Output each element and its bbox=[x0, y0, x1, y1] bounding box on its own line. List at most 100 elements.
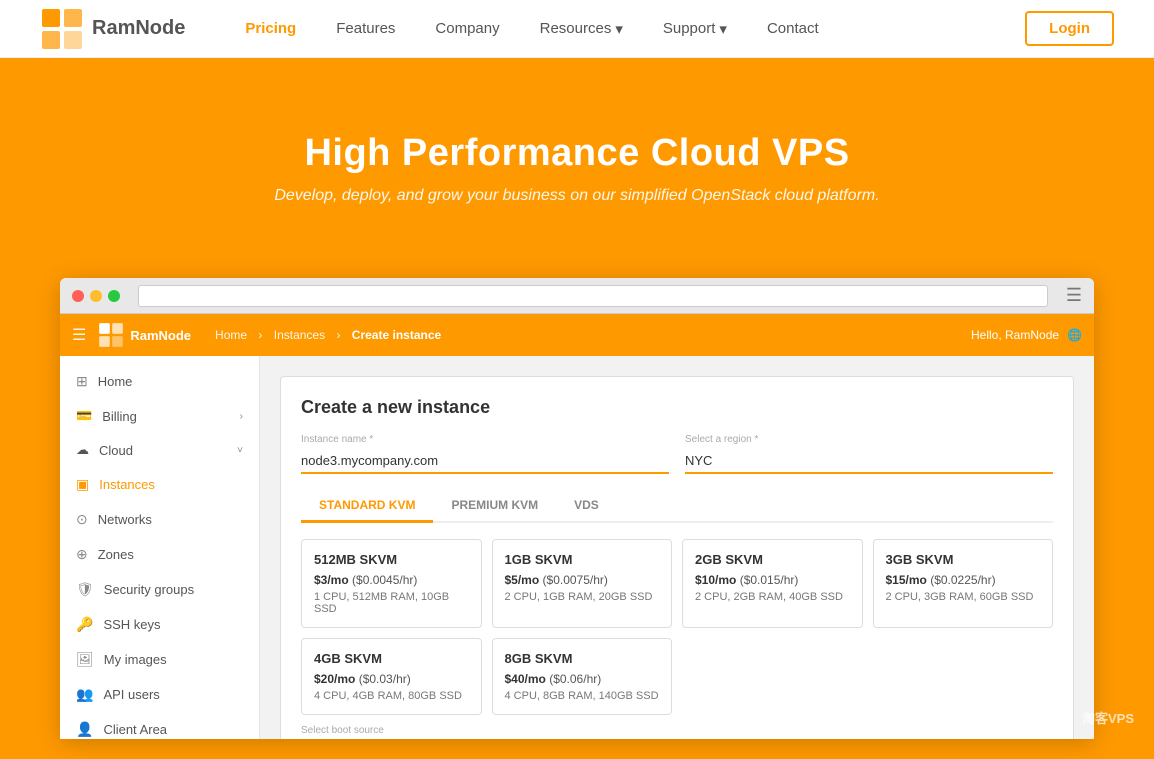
nav-links: Pricing Features Company Resources ▾ Sup… bbox=[245, 20, 1025, 38]
sidebar-item-zones[interactable]: ⊕ Zones bbox=[60, 537, 259, 572]
logo[interactable]: RamNode bbox=[40, 7, 185, 51]
sidebar-label-cloud: Cloud bbox=[99, 443, 133, 458]
home-icon: ⊞ bbox=[76, 373, 88, 390]
plan-name-2gb: 2GB SKVM bbox=[695, 552, 850, 567]
inner-logo[interactable]: RamNode bbox=[98, 322, 191, 348]
top-nav: RamNode Pricing Features Company Resourc… bbox=[0, 0, 1154, 58]
create-instance-form: Create a new instance Instance name * Se… bbox=[280, 376, 1074, 739]
region-label: Select a region * bbox=[685, 434, 1053, 445]
browser-url-bar[interactable] bbox=[138, 285, 1048, 307]
plan-name-4gb: 4GB SKVM bbox=[314, 651, 469, 666]
sidebar-item-billing[interactable]: 💳 Billing › bbox=[60, 399, 259, 433]
login-button[interactable]: Login bbox=[1025, 11, 1114, 46]
breadcrumb: Home › Instances › Create instance bbox=[211, 328, 959, 342]
tab-standard-kvm[interactable]: STANDARD KVM bbox=[301, 490, 433, 523]
sidebar-item-security-groups[interactable]: 🛡 Security groups bbox=[60, 572, 259, 607]
plan-specs-3gb: 2 CPU, 3GB RAM, 60GB SSD bbox=[886, 591, 1041, 603]
form-title: Create a new instance bbox=[301, 397, 1053, 418]
sidebar-label-api-users: API users bbox=[103, 687, 159, 702]
plan-specs-1gb: 2 CPU, 1GB RAM, 20GB SSD bbox=[505, 591, 660, 603]
billing-chevron-icon: › bbox=[240, 411, 243, 422]
nav-support[interactable]: Support ▾ bbox=[663, 20, 727, 38]
plan-specs-512mb: 1 CPU, 512MB RAM, 10GB SSD bbox=[314, 591, 469, 615]
client-icon: 👤 bbox=[76, 721, 93, 738]
tab-premium-kvm[interactable]: PREMIUM KVM bbox=[433, 490, 556, 523]
breadcrumb-home[interactable]: Home bbox=[215, 328, 247, 342]
sidebar-label-billing: Billing bbox=[102, 409, 137, 424]
plan-price-1gb: $5/mo ($0.0075/hr) bbox=[505, 573, 660, 587]
boot-source-label: Select boot source bbox=[301, 725, 1053, 736]
nav-contact[interactable]: Contact bbox=[767, 20, 819, 37]
plan-card-4gb[interactable]: 4GB SKVM $20/mo ($0.03/hr) 4 CPU, 4GB RA… bbox=[301, 638, 482, 715]
inner-navbar: ☰ RamNode Home › Instances › Create ins bbox=[60, 314, 1094, 356]
browser-window: ☰ ☰ RamNode Home › In bbox=[60, 278, 1094, 739]
api-icon: 👥 bbox=[76, 686, 93, 703]
plan-specs-4gb: 4 CPU, 4GB RAM, 80GB SSD bbox=[314, 690, 469, 702]
ssh-icon: 🔑 bbox=[76, 616, 93, 633]
plan-name-1gb: 1GB SKVM bbox=[505, 552, 660, 567]
cloud-icon: ☁ bbox=[76, 442, 89, 458]
plan-card-1gb[interactable]: 1GB SKVM $5/mo ($0.0075/hr) 2 CPU, 1GB R… bbox=[492, 539, 673, 628]
plan-name-8gb: 8GB SKVM bbox=[505, 651, 660, 666]
nav-pricing[interactable]: Pricing bbox=[245, 20, 296, 37]
main-content: Create a new instance Instance name * Se… bbox=[260, 356, 1094, 739]
sidebar-item-api-users[interactable]: 👥 API users bbox=[60, 677, 259, 712]
browser-dot-red bbox=[72, 290, 84, 302]
instance-name-group: Instance name * bbox=[301, 434, 669, 474]
plan-specs-8gb: 4 CPU, 8GB RAM, 140GB SSD bbox=[505, 690, 660, 702]
plan-card-512mb[interactable]: 512MB SKVM $3/mo ($0.0045/hr) 1 CPU, 512… bbox=[301, 539, 482, 628]
instance-name-label: Instance name * bbox=[301, 434, 669, 445]
resources-chevron-icon: ▾ bbox=[615, 20, 623, 38]
plan-card-8gb[interactable]: 8GB SKVM $40/mo ($0.06/hr) 4 CPU, 8GB RA… bbox=[492, 638, 673, 715]
support-chevron-icon: ▾ bbox=[719, 20, 727, 38]
browser-titlebar: ☰ bbox=[60, 278, 1094, 314]
security-icon: 🛡 bbox=[76, 581, 94, 598]
region-select[interactable]: NYC bbox=[685, 449, 1053, 474]
sidebar-item-cloud[interactable]: ☁ Cloud ˅ bbox=[60, 433, 259, 467]
logo-text: RamNode bbox=[92, 17, 185, 40]
plan-card-2gb[interactable]: 2GB SKVM $10/mo ($0.015/hr) 2 CPU, 2GB R… bbox=[682, 539, 863, 628]
plan-price-2gb: $10/mo ($0.015/hr) bbox=[695, 573, 850, 587]
sidebar-item-networks[interactable]: ⊙ Networks bbox=[60, 502, 259, 537]
sidebar-label-ssh-keys: SSH keys bbox=[103, 617, 160, 632]
sidebar-label-zones: Zones bbox=[98, 547, 134, 562]
sidebar-item-home[interactable]: ⊞ Home bbox=[60, 364, 259, 399]
cloud-chevron-icon: ˅ bbox=[237, 445, 243, 456]
plan-name-3gb: 3GB SKVM bbox=[886, 552, 1041, 567]
inner-app: ☰ RamNode Home › Instances › Create ins bbox=[60, 314, 1094, 739]
hero-subtitle: Develop, deploy, and grow your business … bbox=[274, 187, 879, 205]
sidebar-label-instances: Instances bbox=[99, 477, 155, 492]
sidebar-item-my-images[interactable]: 🖼 My images bbox=[60, 642, 259, 677]
instance-name-input[interactable] bbox=[301, 449, 669, 474]
plan-name-512mb: 512MB SKVM bbox=[314, 552, 469, 567]
nav-resources[interactable]: Resources ▾ bbox=[540, 20, 623, 38]
sidebar-label-home: Home bbox=[98, 374, 133, 389]
hero-title: High Performance Cloud VPS bbox=[304, 132, 849, 175]
globe-icon[interactable]: 🌐 bbox=[1067, 328, 1082, 342]
sidebar-item-client-area[interactable]: 👤 Client Area bbox=[60, 712, 259, 739]
networks-icon: ⊙ bbox=[76, 511, 88, 528]
hero-section: High Performance Cloud VPS Develop, depl… bbox=[0, 58, 1154, 278]
breadcrumb-instances[interactable]: Instances bbox=[274, 328, 325, 342]
sidebar-item-instances[interactable]: ▣ Instances bbox=[60, 467, 259, 502]
nav-company[interactable]: Company bbox=[435, 20, 499, 37]
nav-features[interactable]: Features bbox=[336, 20, 395, 37]
hamburger-icon[interactable]: ☰ bbox=[72, 325, 86, 345]
inner-nav-right: Hello, RamNode 🌐 bbox=[971, 328, 1082, 342]
browser-menu-icon[interactable]: ☰ bbox=[1066, 285, 1082, 306]
zones-icon: ⊕ bbox=[76, 546, 88, 563]
breadcrumb-sep2: › bbox=[336, 328, 340, 342]
sidebar-item-ssh-keys[interactable]: 🔑 SSH keys bbox=[60, 607, 259, 642]
images-icon: 🖼 bbox=[76, 651, 94, 668]
plan-card-3gb[interactable]: 3GB SKVM $15/mo ($0.0225/hr) 2 CPU, 3GB … bbox=[873, 539, 1054, 628]
inner-logo-icon bbox=[98, 322, 124, 348]
plan-price-4gb: $20/mo ($0.03/hr) bbox=[314, 672, 469, 686]
instances-icon: ▣ bbox=[76, 476, 89, 493]
inner-logo-text: RamNode bbox=[130, 328, 191, 343]
tab-vds[interactable]: VDS bbox=[556, 490, 617, 523]
plan-price-512mb: $3/mo ($0.0045/hr) bbox=[314, 573, 469, 587]
greeting-text: Hello, RamNode bbox=[971, 328, 1059, 342]
breadcrumb-current: Create instance bbox=[352, 328, 441, 342]
sidebar-label-networks: Networks bbox=[98, 512, 152, 527]
plan-price-3gb: $15/mo ($0.0225/hr) bbox=[886, 573, 1041, 587]
